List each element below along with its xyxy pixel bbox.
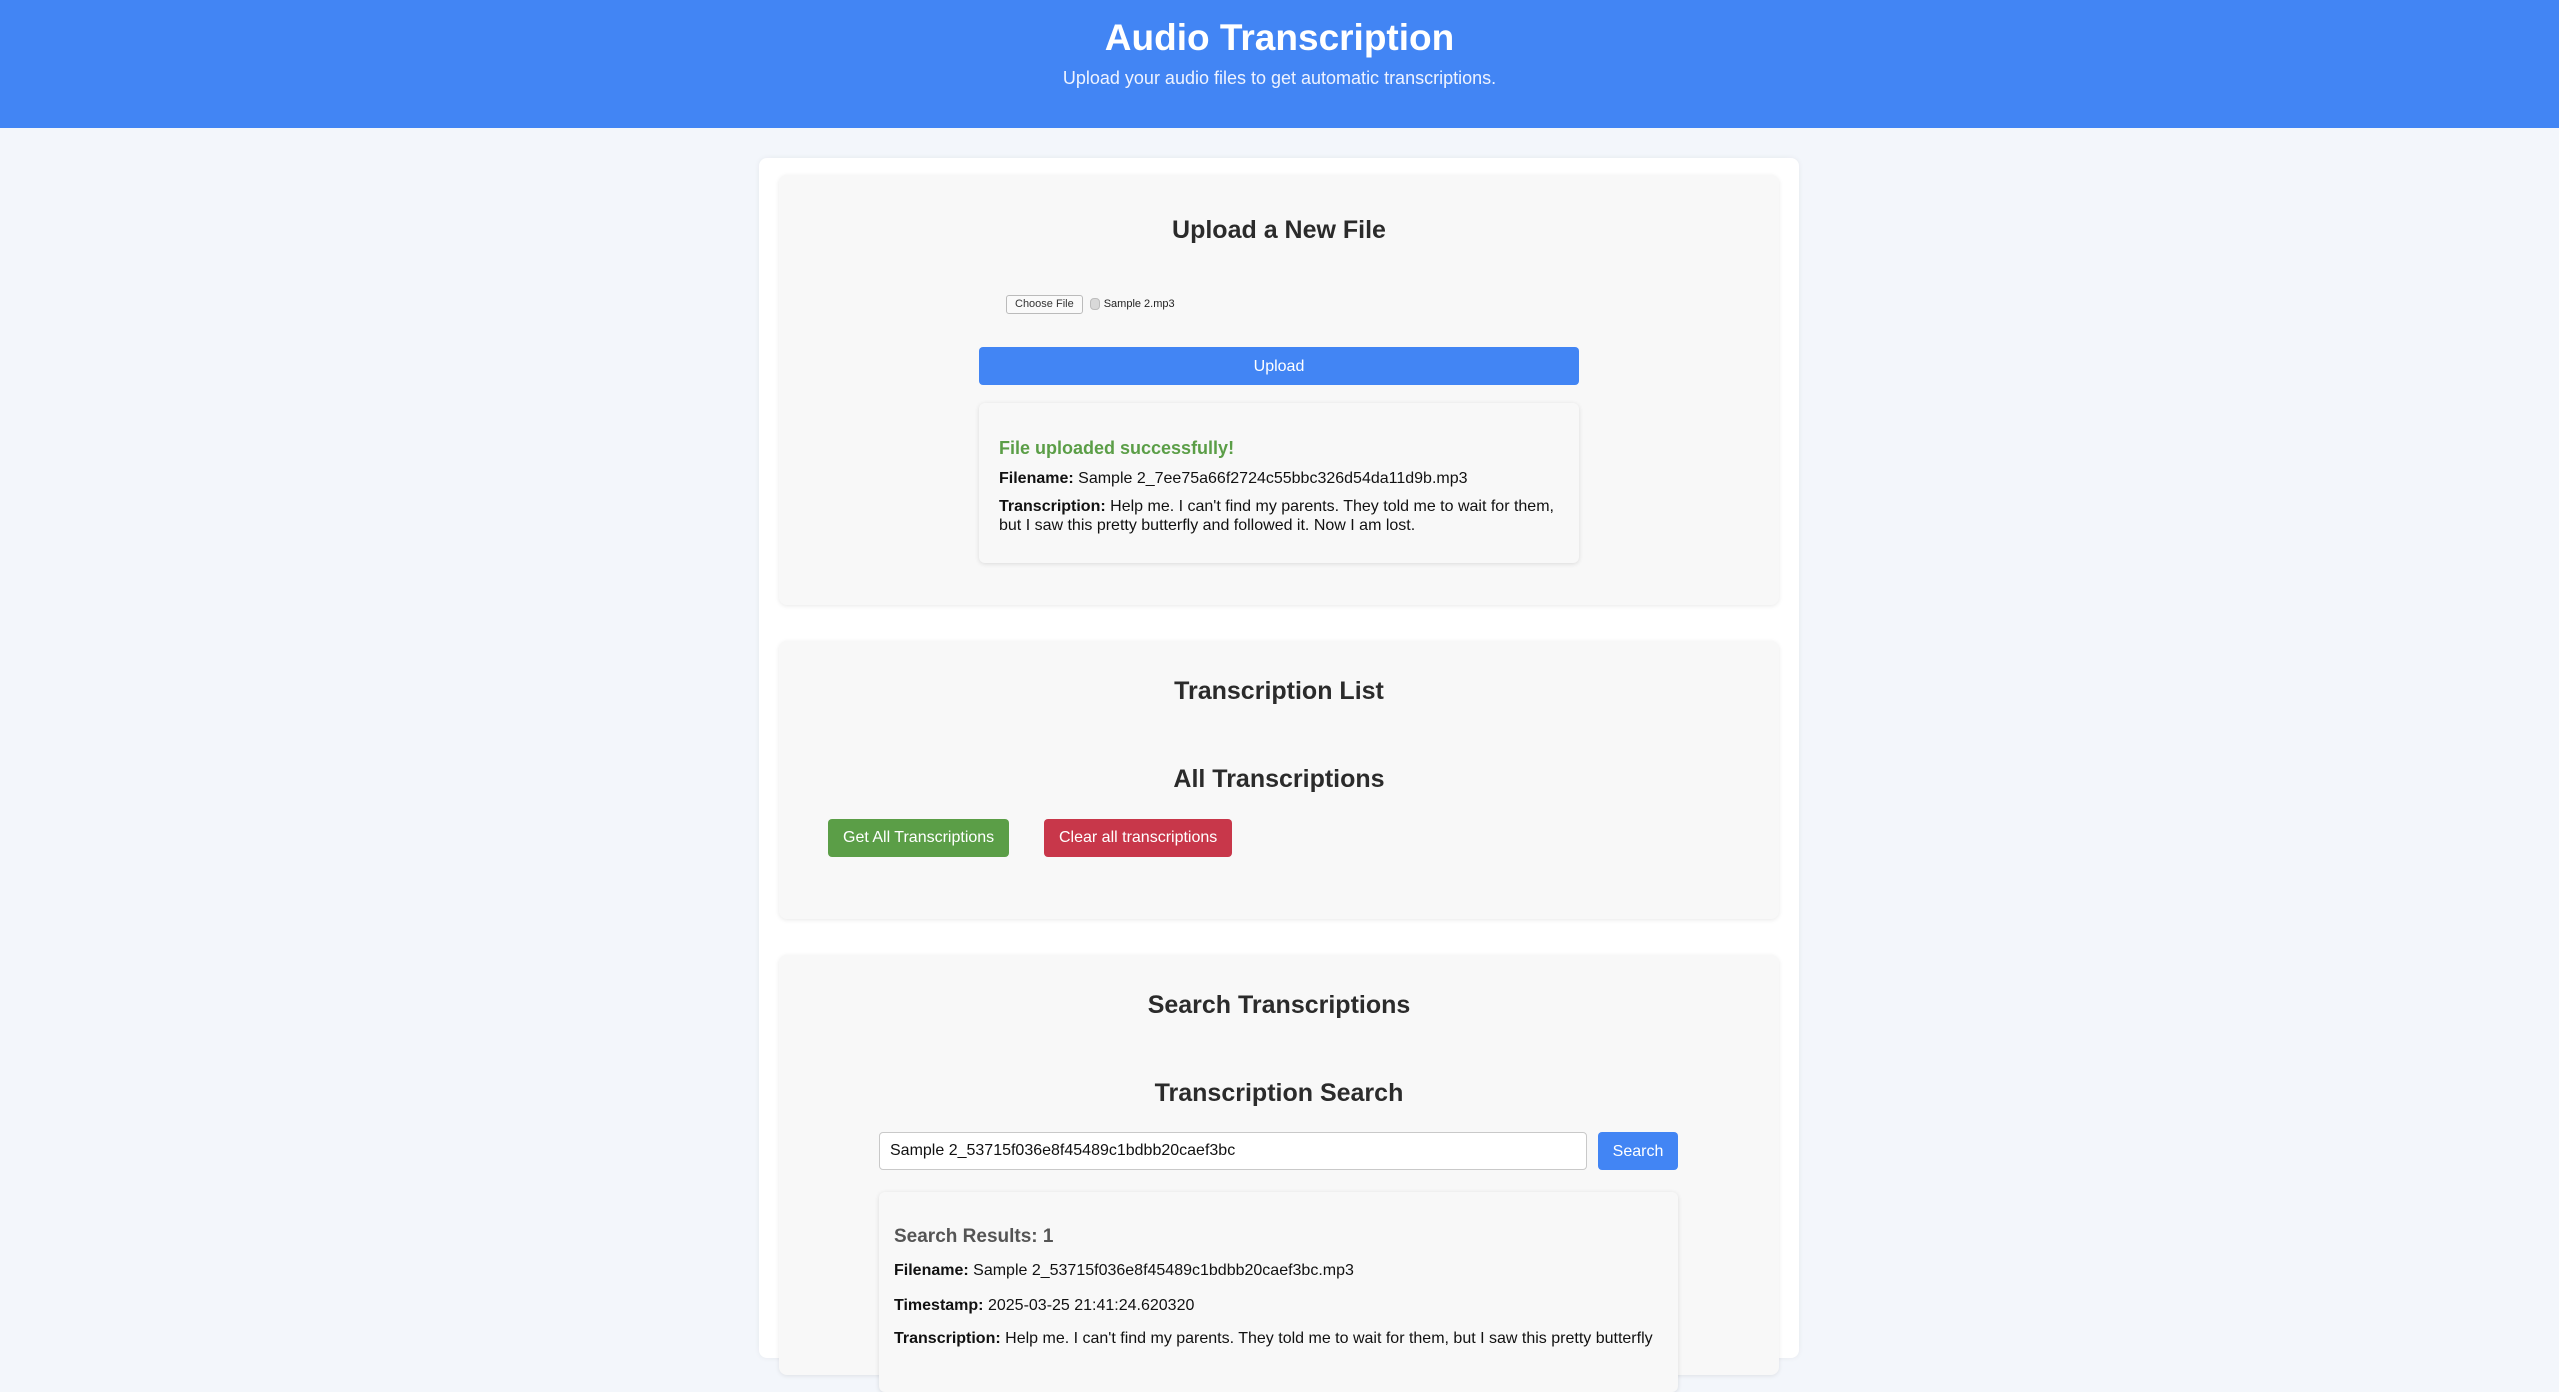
- search-heading: Search Transcriptions: [1147, 991, 1411, 1019]
- all-transcriptions-heading: All Transcriptions: [1173, 765, 1385, 793]
- result-transcription-label: Transcription:: [894, 1330, 1001, 1347]
- result-timestamp-value: 2025-03-25 21:41:24.620320: [987, 1297, 1195, 1314]
- result-filename-row: Filename: Sample 2_53715f036e8f45489c1bd…: [894, 1261, 1663, 1280]
- list-heading: Transcription List: [1174, 677, 1384, 705]
- selected-file-name: Sample 2.mp3: [1103, 298, 1175, 310]
- page-title: Audio Transcription: [1104, 17, 1455, 58]
- result-transcription-value: Help me. I can't find my parents. They t…: [1005, 1330, 1653, 1347]
- upload-result-card: File uploaded successfully! Filename: Sa…: [979, 403, 1579, 563]
- main-container: Upload a New File Choose File Sample 2.m…: [759, 158, 1799, 1392]
- result-filename-value: Sample 2_53715f036e8f45489c1bdbb20caef3b…: [973, 1262, 1354, 1279]
- page-subtitle: Upload your audio files to get automatic…: [1062, 68, 1497, 88]
- upload-transcription-row: Transcription: Help me. I can't find my …: [999, 497, 1559, 535]
- result-timestamp-label: Timestamp:: [894, 1297, 984, 1314]
- transcription-list-section: Transcription List All Transcriptions Ge…: [779, 641, 1779, 919]
- filename-label: Filename:: [999, 470, 1074, 487]
- search-results-count: Search Results: 1: [894, 1226, 1054, 1247]
- filename-value: Sample 2_7ee75a66f2724c55bbc326d54da11d9…: [1078, 470, 1468, 487]
- search-button[interactable]: Search: [1598, 1132, 1678, 1170]
- get-all-transcriptions-button[interactable]: Get All Transcriptions: [828, 819, 1010, 857]
- upload-filename-row: Filename: Sample 2_7ee75a66f2724c55bbc32…: [999, 469, 1559, 488]
- upload-button[interactable]: Upload: [979, 347, 1579, 385]
- upload-section: Upload a New File Choose File Sample 2.m…: [779, 175, 1779, 605]
- transcription-search-heading: Transcription Search: [1154, 1079, 1404, 1107]
- upload-heading: Upload a New File: [1172, 216, 1386, 244]
- choose-file-button[interactable]: Choose File: [1006, 294, 1083, 314]
- file-icon: [1089, 298, 1100, 310]
- search-section: Search Transcriptions Transcription Sear…: [779, 955, 1779, 1392]
- result-filename-label: Filename:: [894, 1262, 969, 1279]
- clear-all-transcriptions-button[interactable]: Clear all transcriptions: [1044, 819, 1233, 857]
- file-input[interactable]: Choose File Sample 2.mp3: [1006, 294, 1175, 314]
- upload-status: File uploaded successfully!: [999, 438, 1235, 458]
- search-input[interactable]: [879, 1132, 1587, 1170]
- result-transcription-row: Transcription: Help me. I can't find my …: [894, 1329, 1663, 1348]
- search-results-card: Search Results: 1 Filename: Sample 2_537…: [879, 1192, 1678, 1392]
- result-timestamp-row: Timestamp: 2025-03-25 21:41:24.620320: [894, 1296, 1663, 1315]
- page-header: Audio Transcription Upload your audio fi…: [0, 0, 2559, 128]
- transcription-label: Transcription:: [999, 498, 1106, 515]
